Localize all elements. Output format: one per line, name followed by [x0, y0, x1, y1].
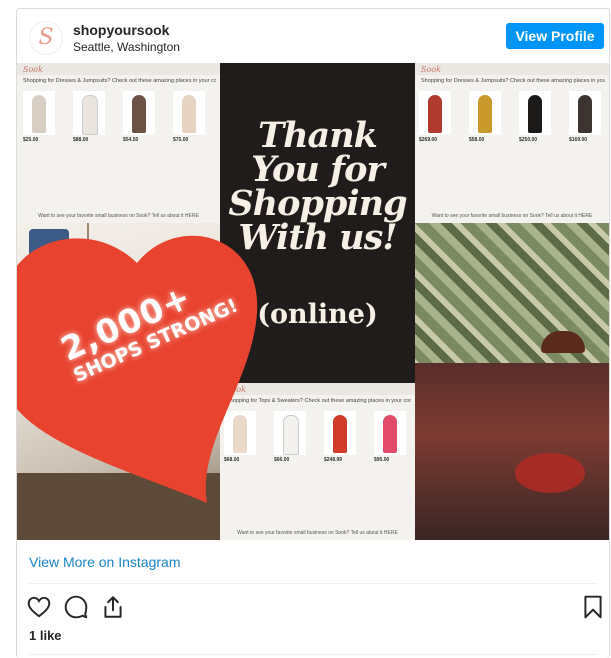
location[interactable]: Seattle, Washington — [73, 40, 180, 54]
divider — [29, 583, 597, 584]
divider — [29, 654, 597, 655]
view-more-link[interactable]: View More on Instagram — [29, 554, 180, 570]
avatar-letter: S — [38, 25, 54, 50]
instagram-embed-card: S shopyoursook Seattle, Washington View … — [16, 8, 610, 658]
view-profile-button[interactable]: View Profile — [506, 23, 604, 49]
bookmark-icon[interactable] — [580, 594, 606, 620]
share-icon[interactable] — [100, 594, 126, 620]
heart-graphic — [17, 235, 258, 503]
avatar[interactable]: S — [29, 21, 63, 55]
likes-count[interactable]: 1 like — [29, 628, 62, 643]
heart-icon[interactable] — [26, 594, 52, 620]
username[interactable]: shopyoursook — [73, 22, 169, 38]
comment-icon[interactable] — [63, 594, 89, 620]
post-image[interactable]: Sook Shopping for Dresses & Jumpsuits? C… — [17, 63, 609, 540]
post-header: S shopyoursook Seattle, Washington View … — [17, 9, 609, 63]
